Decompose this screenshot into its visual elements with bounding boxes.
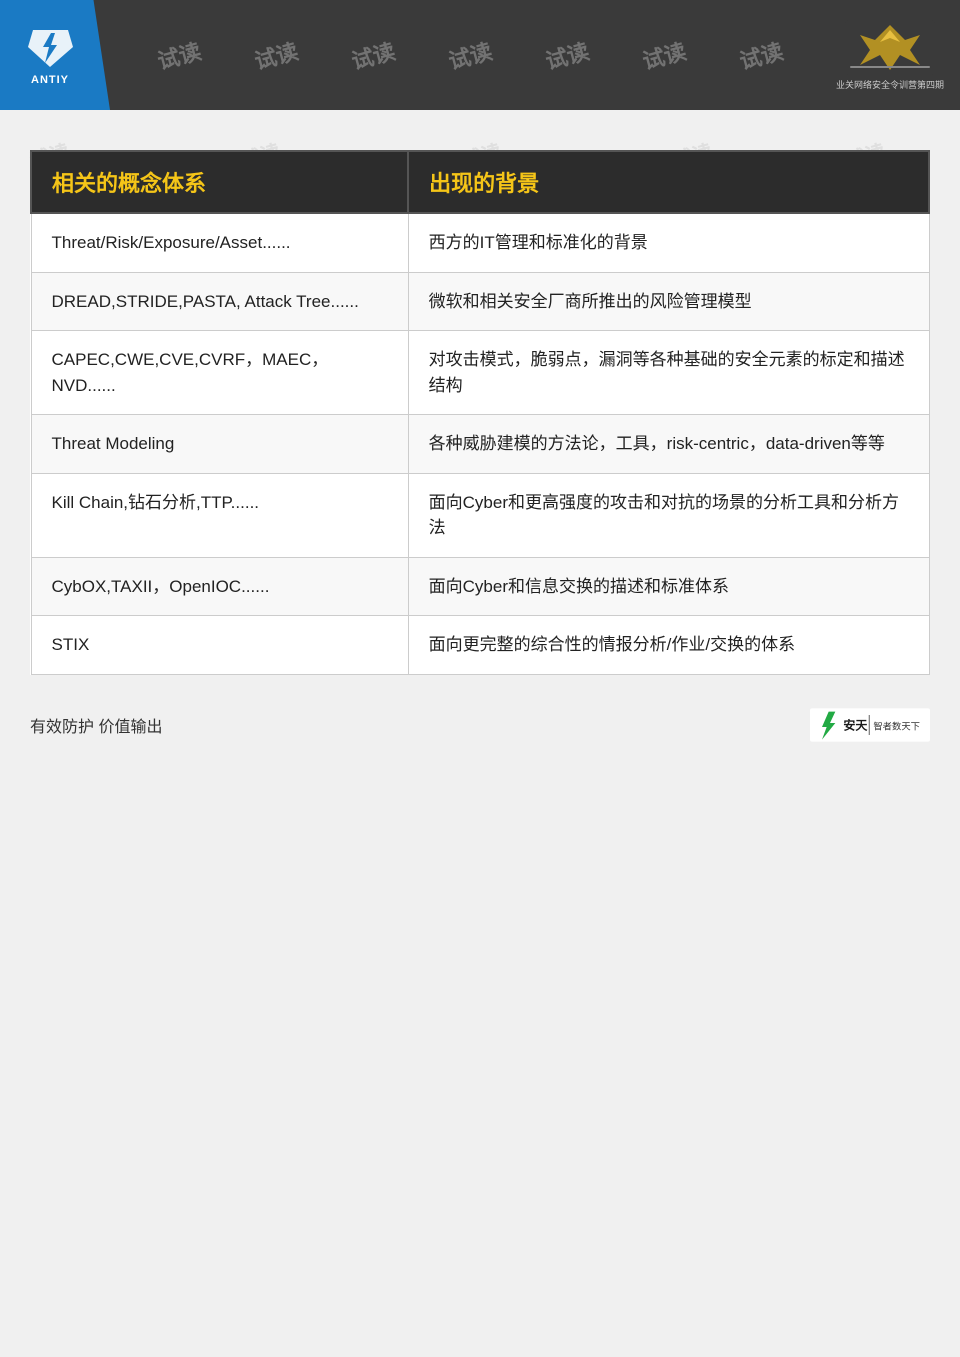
logo-box: ANTIY	[0, 0, 110, 110]
concept-table: 相关的概念体系 出现的背景 Threat/Risk/Exposure/Asset…	[30, 150, 930, 675]
table-cell-col2: 西方的IT管理和标准化的背景	[408, 213, 929, 272]
header-watermarks: 试读 试读 试读 试读 试读 试读 试读	[110, 39, 830, 71]
header-watermark-1: 试读	[153, 34, 204, 76]
header-watermark-6: 试读	[639, 34, 690, 76]
table-row: Threat Modeling各种威胁建模的方法论，工具，risk-centri…	[31, 415, 929, 474]
table-cell-col2: 面向Cyber和信息交换的描述和标准体系	[408, 557, 929, 616]
table-cell-col1: Threat/Risk/Exposure/Asset......	[31, 213, 408, 272]
table-row: Kill Chain,钻石分析,TTP......面向Cyber和更高强度的攻击…	[31, 473, 929, 557]
footer: 有效防护 价值输出 安天 智者数天下	[0, 705, 960, 745]
table-cell-col1: CAPEC,CWE,CVE,CVRF，MAEC，NVD......	[31, 331, 408, 415]
logo-text: ANTIY	[31, 74, 69, 86]
footer-logo-svg: 安天 智者数天下	[810, 705, 930, 745]
right-logo-subtitle: 业关网络安全令训营第四期	[836, 78, 944, 91]
table-row: STIX面向更完整的综合性的情报分析/作业/交换的体系	[31, 616, 929, 675]
table-cell-col1: CybOX,TAXII，OpenIOC......	[31, 557, 408, 616]
footer-left-text: 有效防护 价值输出	[30, 713, 162, 737]
header-watermark-3: 试读	[347, 34, 398, 76]
table-cell-col2: 面向更完整的综合性的情报分析/作业/交换的体系	[408, 616, 929, 675]
table-cell-col1: Threat Modeling	[31, 415, 408, 474]
right-logo-svg	[845, 20, 935, 75]
header-watermark-5: 试读	[542, 34, 593, 76]
table-cell-col2: 面向Cyber和更高强度的攻击和对抗的场景的分析工具和分析方法	[408, 473, 929, 557]
table-cell-col1: STIX	[31, 616, 408, 675]
table-row: CybOX,TAXII，OpenIOC......面向Cyber和信息交换的描述…	[31, 557, 929, 616]
table-cell-col2: 对攻击模式，脆弱点，漏洞等各种基础的安全元素的标定和描述结构	[408, 331, 929, 415]
table-cell-col1: DREAD,STRIDE,PASTA, Attack Tree......	[31, 272, 408, 331]
col1-header: 相关的概念体系	[31, 151, 408, 213]
main-content: 试读 试读 试读 试读 试读 试读 试读 试读 试读 试读 试读 试读 试读 试…	[0, 110, 960, 705]
table-cell-col2: 各种威胁建模的方法论，工具，risk-centric，data-driven等等	[408, 415, 929, 474]
header-bar: ANTIY 试读 试读 试读 试读 试读 试读 试读 业关网络安全令训营第四期	[0, 0, 960, 110]
header-watermark-2: 试读	[250, 34, 301, 76]
header-watermark-4: 试读	[445, 34, 496, 76]
antiy-logo-icon	[23, 25, 78, 70]
table-row: Threat/Risk/Exposure/Asset......西方的IT管理和…	[31, 213, 929, 272]
table-cell-col2: 微软和相关安全厂商所推出的风险管理模型	[408, 272, 929, 331]
table-cell-col1: Kill Chain,钻石分析,TTP......	[31, 473, 408, 557]
svg-text:智者数天下: 智者数天下	[873, 720, 920, 731]
header-watermark-7: 试读	[736, 34, 787, 76]
footer-right: 安天 智者数天下	[810, 705, 930, 745]
col2-header: 出现的背景	[408, 151, 929, 213]
table-row: CAPEC,CWE,CVE,CVRF，MAEC，NVD......对攻击模式，脆…	[31, 331, 929, 415]
svg-text:安天: 安天	[843, 717, 868, 732]
header-right-logo: 业关网络安全令训营第四期	[830, 15, 950, 95]
table-row: DREAD,STRIDE,PASTA, Attack Tree......微软和…	[31, 272, 929, 331]
